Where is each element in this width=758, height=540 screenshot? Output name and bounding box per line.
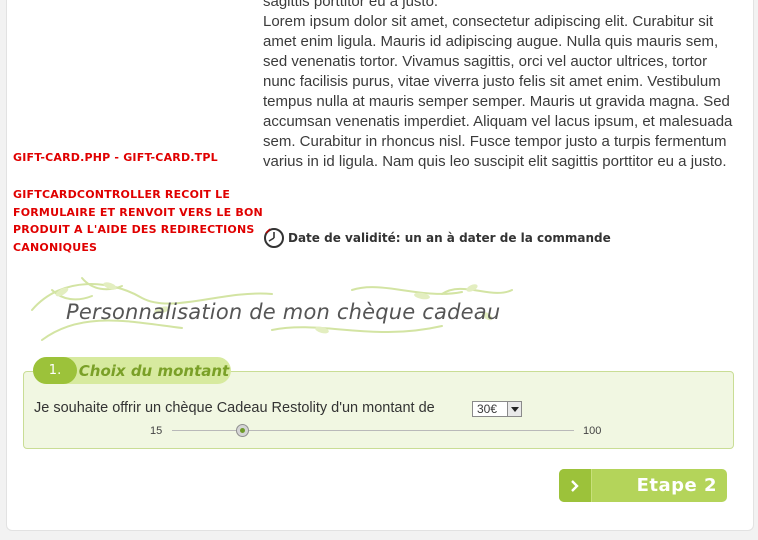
section-header: Personnalisation de mon chèque cadeau (22, 270, 522, 360)
chevron-down-icon[interactable] (507, 402, 521, 416)
debug-controller-note: GIFTCARDCONTROLLER RECOIT LE FORMULAIRE … (13, 188, 263, 254)
validity-text: Date de validité: un an à dater de la co… (288, 231, 611, 245)
chevron-right-icon (559, 469, 592, 502)
section-title: Personnalisation de mon chèque cadeau (66, 300, 501, 324)
step-legend: 1. Choix du montant (33, 357, 231, 384)
product-description: sagittis porttitor eu a justo. Lorem ips… (263, 0, 741, 172)
amount-select-value: 30€ (477, 402, 498, 416)
description-paragraph: Lorem ipsum dolor sit amet, consectetur … (263, 13, 733, 170)
next-step-button[interactable]: Etape 2 (559, 469, 727, 502)
amount-slider-track[interactable] (172, 430, 574, 431)
step-number: 1. (33, 357, 77, 384)
validity-info: Date de validité: un an à dater de la co… (263, 227, 611, 249)
debug-template-label: GIFT-CARD.PHP - GIFT-CARD.TPL (13, 151, 218, 164)
amount-label: Je souhaite offrir un chèque Cadeau Rest… (34, 400, 435, 416)
step-title: Choix du montant (78, 361, 230, 380)
slider-max-label: 100 (583, 425, 602, 437)
amount-select[interactable]: 30€ (472, 401, 522, 417)
slider-min-label: 15 (150, 425, 163, 437)
description-paragraph: sagittis porttitor eu a justo. (263, 0, 439, 10)
next-step-label: Etape 2 (636, 475, 717, 496)
clock-icon (264, 228, 284, 248)
